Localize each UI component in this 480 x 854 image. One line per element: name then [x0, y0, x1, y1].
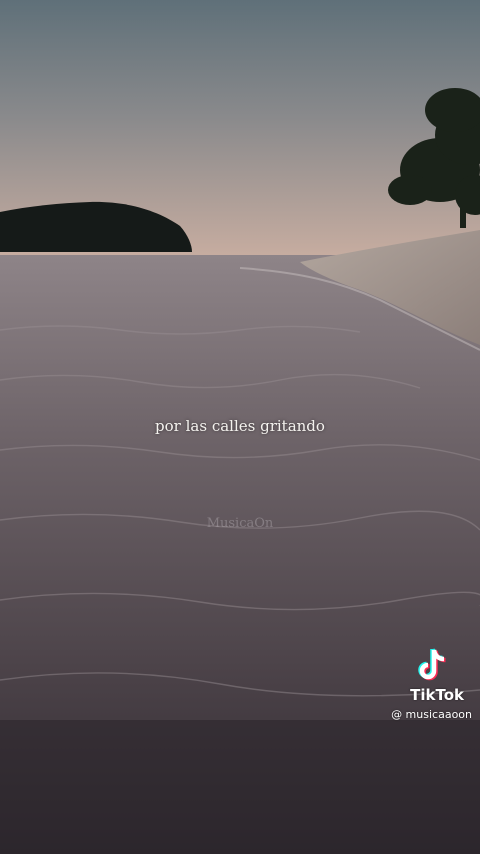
- tiktok-logo-icon: [418, 648, 446, 681]
- tiktok-username: @ musicaaoon: [391, 708, 472, 721]
- watermark-text: MusicaOn: [206, 516, 274, 531]
- lyric-caption: por las calles gritando: [155, 417, 325, 435]
- video-frame: por las calles gritando MusicaOn TikTok …: [0, 0, 480, 854]
- tiktok-brand-text: TikTok: [410, 686, 464, 704]
